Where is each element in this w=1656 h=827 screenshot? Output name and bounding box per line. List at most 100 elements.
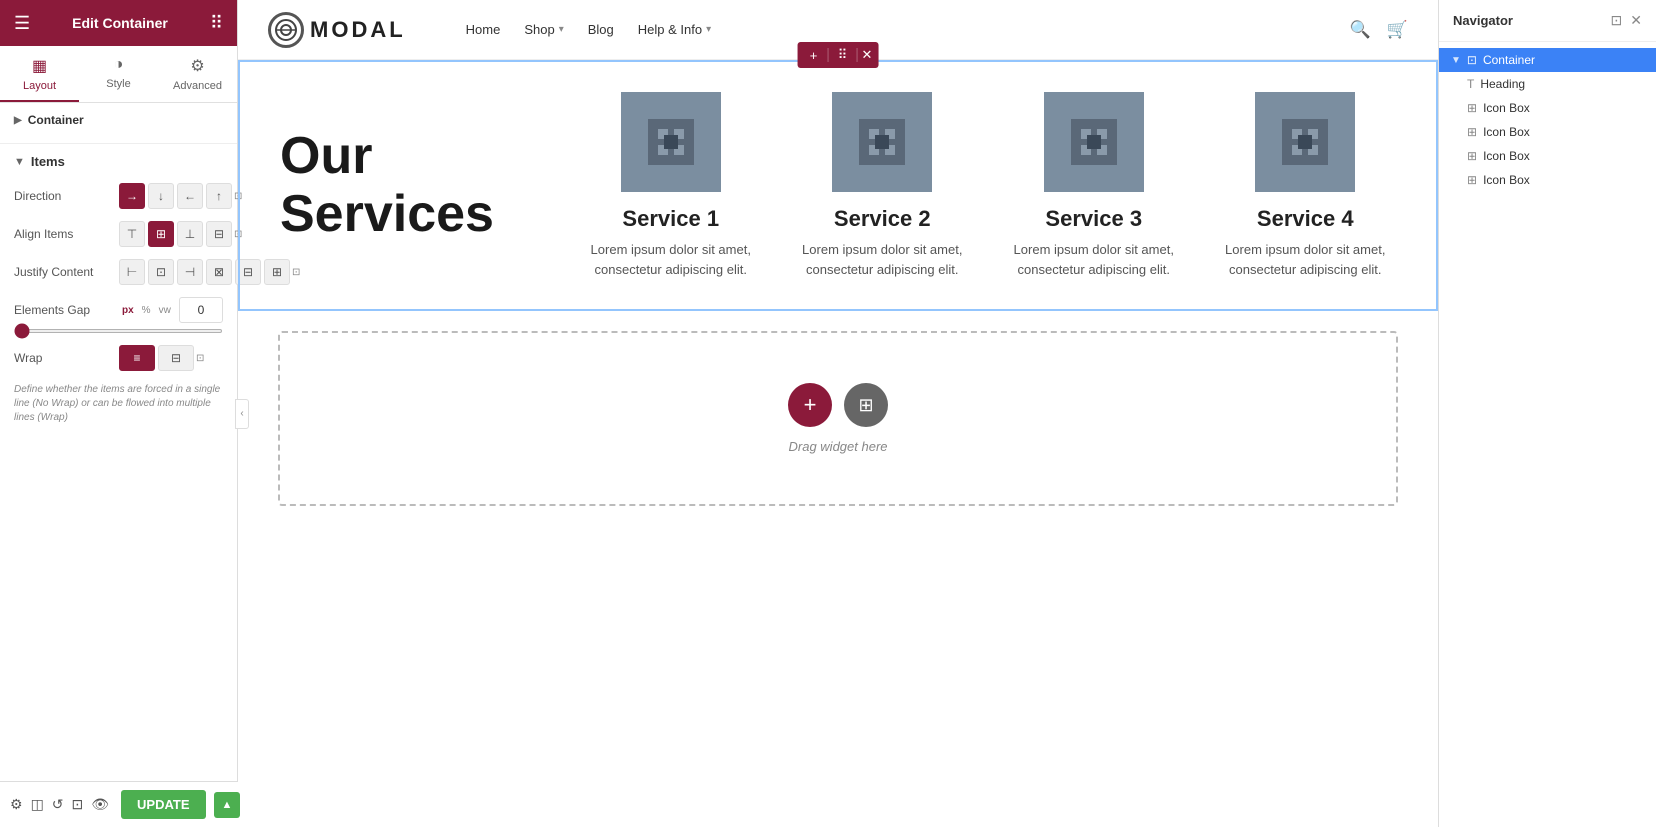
wrap-buttons: ≡ ⊟ — [119, 345, 194, 371]
nav-links: Home Shop ▾ Blog Help & Info ▾ — [466, 22, 1320, 37]
align-center-btn[interactable]: ⊞ — [148, 221, 174, 247]
responsive-icon[interactable]: ⊡ — [72, 791, 84, 819]
eye-icon[interactable]: 👁 — [91, 791, 109, 819]
nav-item-iconbox-4[interactable]: ⊞ Icon Box — [1439, 168, 1656, 192]
align-stretch-btn[interactable]: ⊟ — [206, 221, 232, 247]
update-dropdown-btn[interactable]: ▲ — [214, 792, 241, 818]
left-panel: ☰ Edit Container ⠿ ▦ Layout ◑ Style ⚙ Ad… — [0, 0, 238, 827]
services-section: + ⠿ ✕ OurServices — [238, 60, 1438, 311]
service-desc-2: Lorem ipsum dolor sit amet, consectetur … — [792, 240, 974, 279]
shop-chevron: ▾ — [559, 24, 564, 35]
cart-icon[interactable]: 🛒 — [1387, 20, 1408, 40]
service-desc-1: Lorem ipsum dolor sit amet, consectetur … — [580, 240, 762, 279]
nav-iconbox4-label: Icon Box — [1483, 173, 1644, 187]
update-button[interactable]: UPDATE — [121, 790, 205, 819]
toolbar-divider-1 — [828, 48, 829, 62]
elements-gap-row: Elements Gap px % vw — [14, 297, 223, 333]
bottom-toolbar: ⚙ ◫ ↺ ⊡ 👁 UPDATE ▲ — [0, 781, 238, 827]
nav-container-arrow: ▼ — [1451, 55, 1461, 66]
align-top-btn[interactable]: ⊤ — [119, 221, 145, 247]
items-section-header[interactable]: ▼ Items — [14, 154, 223, 169]
service-icon-svg-4 — [1278, 115, 1332, 169]
direction-down-btn[interactable]: ↓ — [148, 183, 174, 209]
toolbar-divider-2 — [857, 48, 858, 62]
nav-shop[interactable]: Shop ▾ — [524, 22, 563, 37]
justify-space-between-btn[interactable]: ⊠ — [206, 259, 232, 285]
navigator-expand-icon[interactable]: ⊡ — [1611, 12, 1623, 29]
layers-icon[interactable]: ◫ — [31, 791, 44, 819]
collapse-panel-btn[interactable]: ‹ — [235, 399, 249, 429]
gap-unit-percent[interactable]: % — [139, 304, 154, 317]
service-icon-svg-3 — [1067, 115, 1121, 169]
nav-actions: 🔍 🛒 — [1350, 20, 1408, 40]
tab-advanced[interactable]: ⚙ Advanced — [158, 46, 237, 102]
search-icon[interactable]: 🔍 — [1350, 20, 1371, 40]
site-logo: MODAL — [268, 12, 406, 48]
layout-icon: ▦ — [32, 56, 47, 76]
gap-unit-vw[interactable]: vw — [156, 304, 174, 317]
tab-layout-label: Layout — [23, 80, 56, 92]
container-move-btn[interactable]: ⠿ — [833, 45, 853, 65]
justify-content-label: Justify Content — [14, 265, 119, 279]
service-icon-svg-1 — [644, 115, 698, 169]
wrap-hint-icon: ⊡ — [196, 353, 204, 364]
direction-right-btn[interactable]: → — [119, 183, 145, 209]
justify-center-btn[interactable]: ⊡ — [148, 259, 174, 285]
direction-buttons: → ↓ ← ↑ — [119, 183, 232, 209]
align-bottom-btn[interactable]: ⊥ — [177, 221, 203, 247]
widget-drop-buttons: + ⊞ — [788, 383, 888, 427]
gap-unit-px[interactable]: px — [119, 304, 137, 317]
nav-iconbox3-icon: ⊞ — [1467, 149, 1477, 163]
container-section: ▶ Container — [0, 103, 237, 144]
grid-icon[interactable]: ⠿ — [210, 13, 223, 34]
justify-end-btn[interactable]: ⊣ — [177, 259, 203, 285]
nav-iconbox4-icon: ⊞ — [1467, 173, 1477, 187]
direction-row: Direction → ↓ ← ↑ ⊡ — [14, 183, 223, 209]
tab-layout[interactable]: ▦ Layout — [0, 46, 79, 102]
services-title: OurServices — [280, 128, 494, 242]
nav-item-heading[interactable]: T Heading — [1439, 72, 1656, 96]
nav-item-iconbox-3[interactable]: ⊞ Icon Box — [1439, 144, 1656, 168]
nav-blog[interactable]: Blog — [588, 22, 614, 37]
wrap-btn[interactable]: ⊟ — [158, 345, 194, 371]
panel-header: ☰ Edit Container ⠿ — [0, 0, 237, 46]
gap-slider[interactable] — [14, 329, 223, 333]
settings-icon[interactable]: ⚙ — [10, 791, 23, 819]
gap-input[interactable] — [179, 297, 223, 323]
nav-item-container[interactable]: ▼ ⊡ Container — [1439, 48, 1656, 72]
style-icon: ◑ — [114, 56, 124, 74]
hamburger-icon[interactable]: ☰ — [14, 13, 30, 34]
nav-item-iconbox-1[interactable]: ⊞ Icon Box — [1439, 96, 1656, 120]
navigator-header: Navigator ⊡ ✕ — [1439, 0, 1656, 42]
navigator-close-icon[interactable]: ✕ — [1630, 12, 1642, 29]
container-label: Container — [28, 113, 84, 127]
nav-container-icon: ⊡ — [1467, 53, 1477, 67]
nav-home[interactable]: Home — [466, 22, 501, 37]
service-card-2: Service 2 Lorem ipsum dolor sit amet, co… — [792, 92, 974, 279]
nav-heading-label: Heading — [1480, 77, 1644, 91]
service-icon-1 — [621, 92, 721, 192]
history-icon[interactable]: ↺ — [52, 791, 64, 819]
navigator-tree: ▼ ⊡ Container T Heading ⊞ Icon Box ⊞ Ico… — [1439, 42, 1656, 198]
tab-style[interactable]: ◑ Style — [79, 46, 158, 102]
service-card-1: Service 1 Lorem ipsum dolor sit amet, co… — [580, 92, 762, 279]
logo-svg — [274, 18, 298, 42]
gap-unit-buttons: px % vw — [119, 304, 174, 317]
widget-grid-btn[interactable]: ⊞ — [844, 383, 888, 427]
service-card-3: Service 3 Lorem ipsum dolor sit amet, co… — [1003, 92, 1185, 279]
service-icon-3 — [1044, 92, 1144, 192]
container-close-btn[interactable]: ✕ — [862, 47, 873, 63]
justify-content-row: Justify Content ⊢ ⊡ ⊣ ⊠ ⊟ ⊞ ⊡ — [14, 259, 223, 285]
no-wrap-btn[interactable]: ≡ — [119, 345, 155, 371]
services-grid: Service 1 Lorem ipsum dolor sit amet, co… — [580, 92, 1396, 279]
widget-add-btn[interactable]: + — [788, 383, 832, 427]
direction-up-btn[interactable]: ↑ — [206, 183, 232, 209]
nav-item-iconbox-2[interactable]: ⊞ Icon Box — [1439, 120, 1656, 144]
nav-help[interactable]: Help & Info ▾ — [638, 22, 711, 37]
container-add-btn[interactable]: + — [804, 45, 824, 65]
navigator-icons: ⊡ ✕ — [1611, 12, 1642, 29]
service-name-4: Service 4 — [1215, 206, 1397, 232]
direction-left-btn[interactable]: ← — [177, 183, 203, 209]
justify-start-btn[interactable]: ⊢ — [119, 259, 145, 285]
container-section-header[interactable]: ▶ Container — [14, 113, 223, 127]
